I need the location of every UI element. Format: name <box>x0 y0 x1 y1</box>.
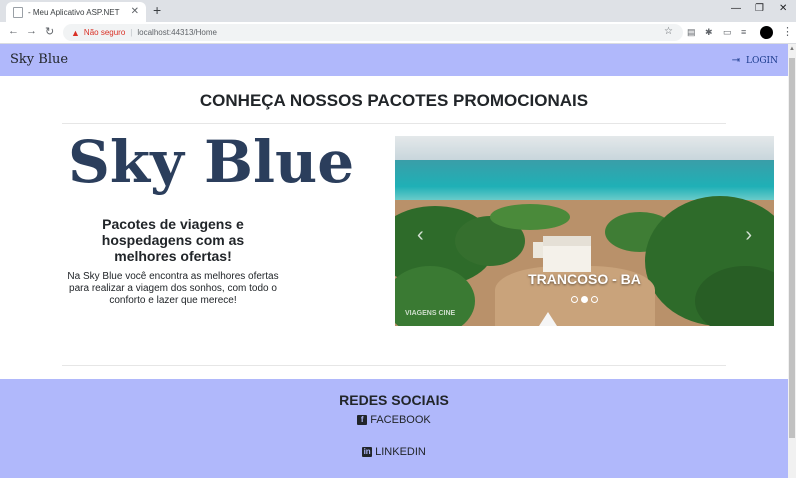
site-navbar: Sky Blue ⇥ LOGIN <box>0 44 788 76</box>
tree-cluster <box>490 204 570 230</box>
carousel-next-icon[interactable]: › <box>745 224 752 247</box>
divider <box>62 365 726 366</box>
promo-carousel[interactable]: TRANCOSO - BA VIAGENS CINE ‹ › <box>395 136 774 326</box>
linkedin-label: LINKEDIN <box>375 446 426 458</box>
reading-list-icon[interactable]: ≡ <box>741 27 746 37</box>
new-tab-icon[interactable]: + <box>153 2 161 18</box>
puzzle-icon[interactable]: ✱ <box>705 27 713 38</box>
security-label: Não seguro <box>83 28 126 37</box>
chapel <box>543 236 591 272</box>
scrollbar-thumb[interactable] <box>789 58 795 438</box>
cast-icon[interactable]: ▭ <box>723 27 732 38</box>
tagline: Pacotes de viagens e hospedagens com as … <box>101 216 245 264</box>
carousel-indicators <box>571 296 598 303</box>
linkedin-icon: in <box>362 447 373 457</box>
browser-tab[interactable]: - Meu Aplicativo ASP.NET ✕ <box>6 2 146 22</box>
logo-text: Sky Blue <box>68 128 355 196</box>
login-link[interactable]: ⇥ LOGIN <box>732 55 778 66</box>
footer-title: REDES SOCIAIS <box>339 392 449 408</box>
warning-icon: ▲ <box>71 27 80 38</box>
image-watermark: VIAGENS CINE <box>405 310 456 317</box>
divider <box>62 123 726 124</box>
address-input[interactable]: ▲ Não seguro | localhost:44313/Home ☆ <box>63 24 683 41</box>
carousel-caption: TRANCOSO - BA <box>528 271 641 287</box>
profile-avatar[interactable] <box>760 26 773 39</box>
facebook-label: FACEBOOK <box>370 414 431 426</box>
page-scrollbar[interactable]: ▲ <box>788 44 796 478</box>
login-label: LOGIN <box>746 55 778 66</box>
reload-icon[interactable]: ↻ <box>45 25 54 38</box>
minimize-icon[interactable]: — <box>731 3 741 14</box>
login-icon: ⇥ <box>731 55 741 66</box>
close-tab-icon[interactable]: ✕ <box>131 6 139 17</box>
carousel-indicator[interactable] <box>591 296 598 303</box>
facebook-icon: f <box>357 415 368 425</box>
facebook-link[interactable]: f FACEBOOK <box>0 414 788 426</box>
carousel-image-sky <box>395 136 774 160</box>
tab-title: - Meu Aplicativo ASP.NET <box>28 7 120 17</box>
carousel-prev-icon[interactable]: ‹ <box>417 224 424 247</box>
address-bar-row: ← → ↻ ▲ Não seguro | localhost:44313/Hom… <box>0 22 796 44</box>
separator: | <box>130 28 133 37</box>
url-text: localhost:44313/Home <box>137 28 217 37</box>
brand-link[interactable]: Sky Blue <box>10 52 68 67</box>
restore-icon[interactable]: ❐ <box>755 3 764 14</box>
carousel-indicator[interactable] <box>571 296 578 303</box>
forward-icon[interactable]: → <box>26 25 37 37</box>
close-window-icon[interactable]: ✕ <box>779 3 787 14</box>
scroll-up-icon[interactable]: ▲ <box>789 46 795 52</box>
carousel-indicator-active[interactable] <box>581 296 588 303</box>
bookmark-star-icon[interactable]: ☆ <box>664 26 673 37</box>
tent-roof <box>539 312 557 326</box>
page-heading: CONHEÇA NOSSOS PACOTES PROMOCIONAIS <box>199 91 589 110</box>
page-icon <box>13 6 23 18</box>
linkedin-link[interactable]: in LINKEDIN <box>0 446 788 458</box>
description: Na Sky Blue você encontra as melhores of… <box>67 271 279 306</box>
page-content: Sky Blue ⇥ LOGIN CONHEÇA NOSSOS PACOTES … <box>0 44 788 478</box>
menu-icon[interactable]: ⋮ <box>782 25 793 38</box>
site-footer: REDES SOCIAIS f FACEBOOK in LINKEDIN <box>0 379 788 478</box>
back-icon[interactable]: ← <box>8 25 19 37</box>
browser-tab-strip: - Meu Aplicativo ASP.NET ✕ + — ❐ ✕ <box>0 0 796 22</box>
extension-icon[interactable]: ▤ <box>687 27 696 38</box>
